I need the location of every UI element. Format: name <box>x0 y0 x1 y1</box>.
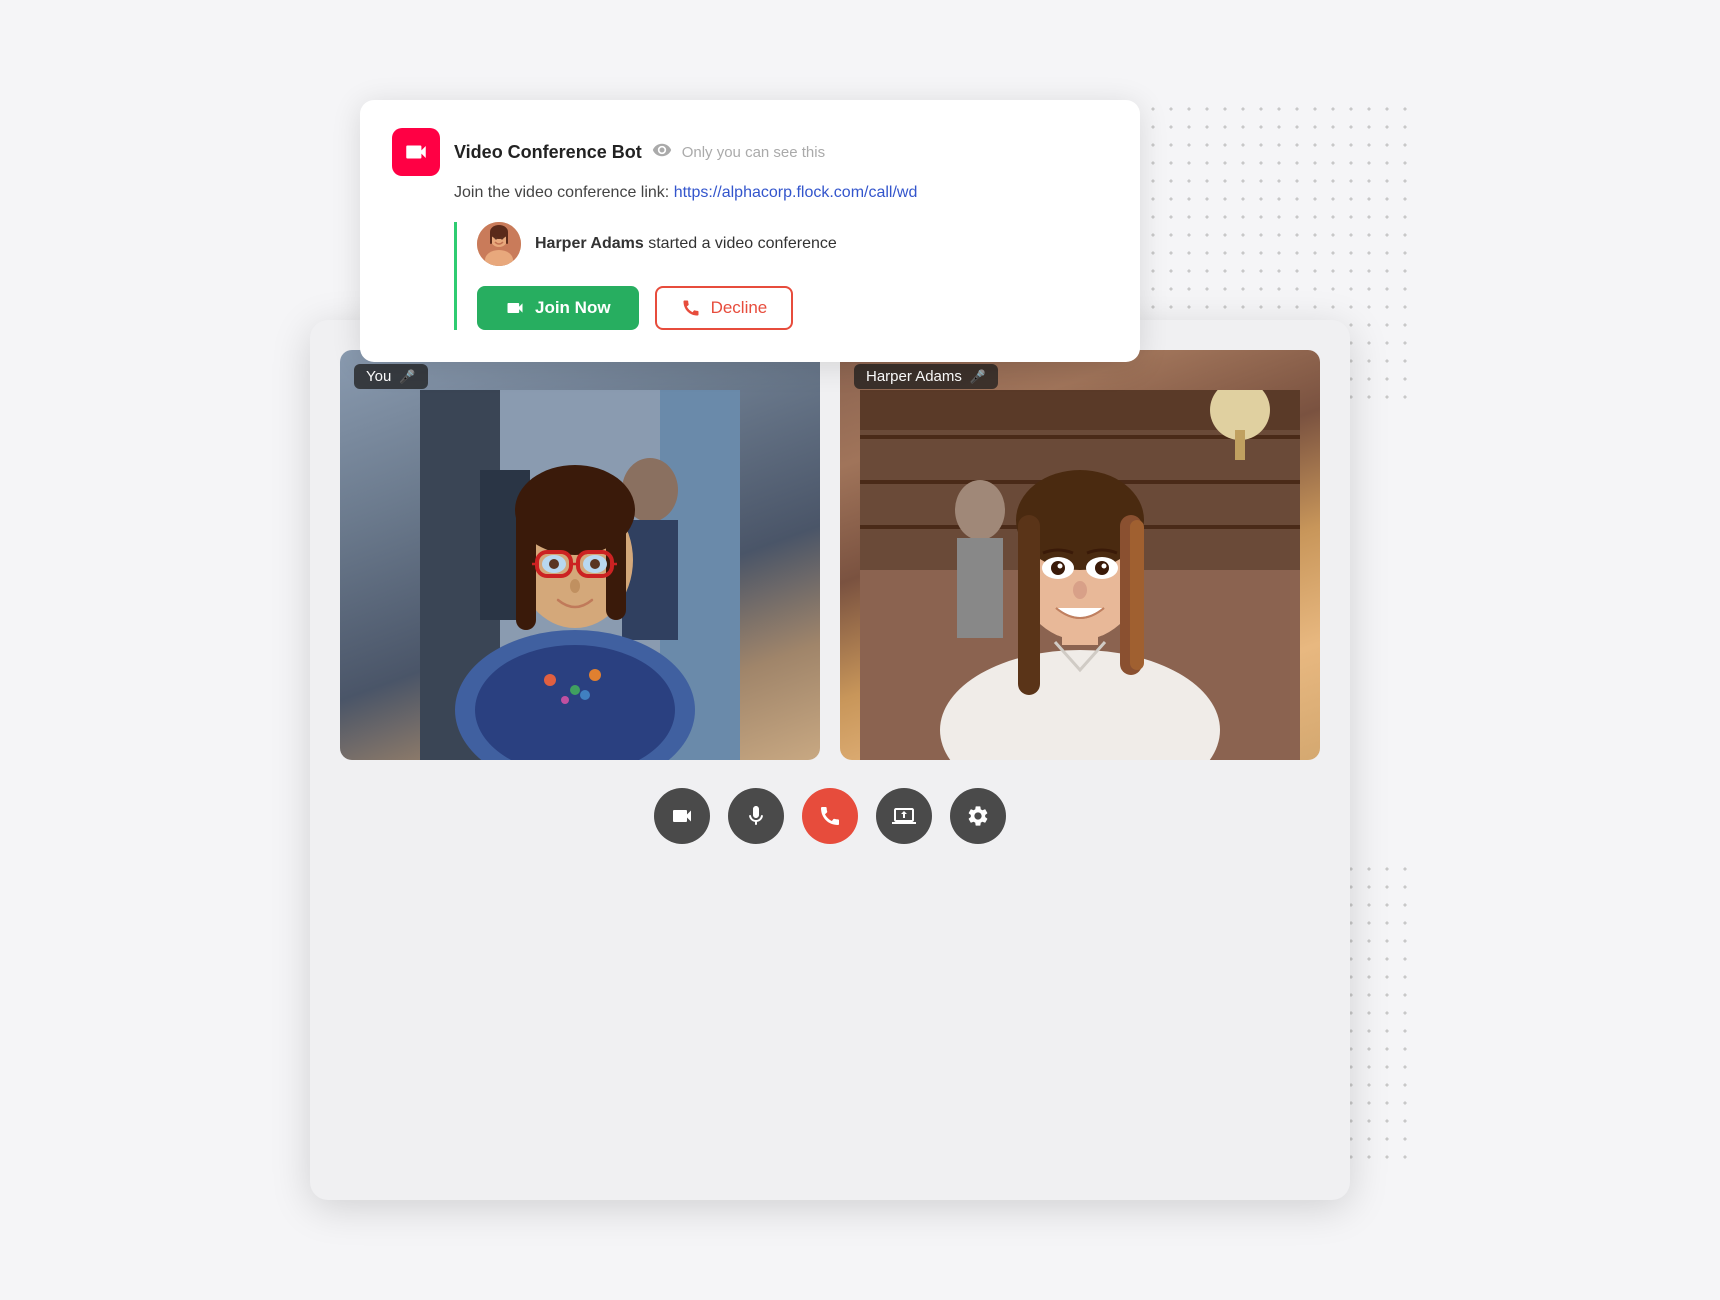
controls-bar <box>340 784 1320 844</box>
video-tile-you: You 🎤 <box>340 350 820 760</box>
mic-indicator-you: 🎤 <box>399 369 415 385</box>
microphone-icon <box>744 804 768 828</box>
join-camera-icon <box>505 298 525 318</box>
video-conference-panel: You 🎤 <box>310 320 1350 1200</box>
caller-row: Harper Adams started a video conference <box>477 222 1108 266</box>
eye-icon <box>652 140 672 165</box>
camera-icon <box>670 804 694 828</box>
video-tile-harper: Harper Adams 🎤 <box>840 350 1320 760</box>
camera-control-button[interactable] <box>654 788 710 844</box>
settings-button[interactable] <box>950 788 1006 844</box>
chat-card-header: Video Conference Bot Only you can see th… <box>392 128 1108 176</box>
only-you-text: Only you can see this <box>682 144 825 161</box>
caller-name: Harper Adams <box>535 235 644 252</box>
decline-phone-icon <box>681 298 701 318</box>
caller-text: Harper Adams started a video conference <box>535 235 837 253</box>
end-call-button[interactable] <box>802 788 858 844</box>
video-camera-icon <box>403 139 429 165</box>
video-label-you: You 🎤 <box>354 364 428 389</box>
decline-button[interactable]: Decline <box>655 286 794 330</box>
mic-control-button[interactable] <box>728 788 784 844</box>
screen-share-icon <box>892 804 916 828</box>
conference-link[interactable]: https://alphacorp.flock.com/call/wd <box>674 184 918 201</box>
mic-indicator-harper: 🎤 <box>970 369 986 385</box>
person-you-silhouette <box>340 350 820 760</box>
person-harper-silhouette <box>840 350 1320 760</box>
chat-card-title: Video Conference Bot Only you can see th… <box>454 140 825 165</box>
call-notification: Harper Adams started a video conference … <box>454 222 1108 330</box>
settings-icon <box>966 804 990 828</box>
call-actions: Join Now Decline <box>477 286 1108 330</box>
screen-share-button[interactable] <box>876 788 932 844</box>
chat-link-line: Join the video conference link: https://… <box>454 184 1108 202</box>
join-now-button[interactable]: Join Now <box>477 286 639 330</box>
chat-notification-card: Video Conference Bot Only you can see th… <box>360 100 1140 362</box>
bot-name: Video Conference Bot <box>454 142 642 163</box>
end-call-icon <box>818 804 842 828</box>
video-label-harper: Harper Adams 🎤 <box>854 364 998 389</box>
caller-avatar <box>477 222 521 266</box>
video-grid: You 🎤 <box>340 350 1320 760</box>
bot-icon <box>392 128 440 176</box>
